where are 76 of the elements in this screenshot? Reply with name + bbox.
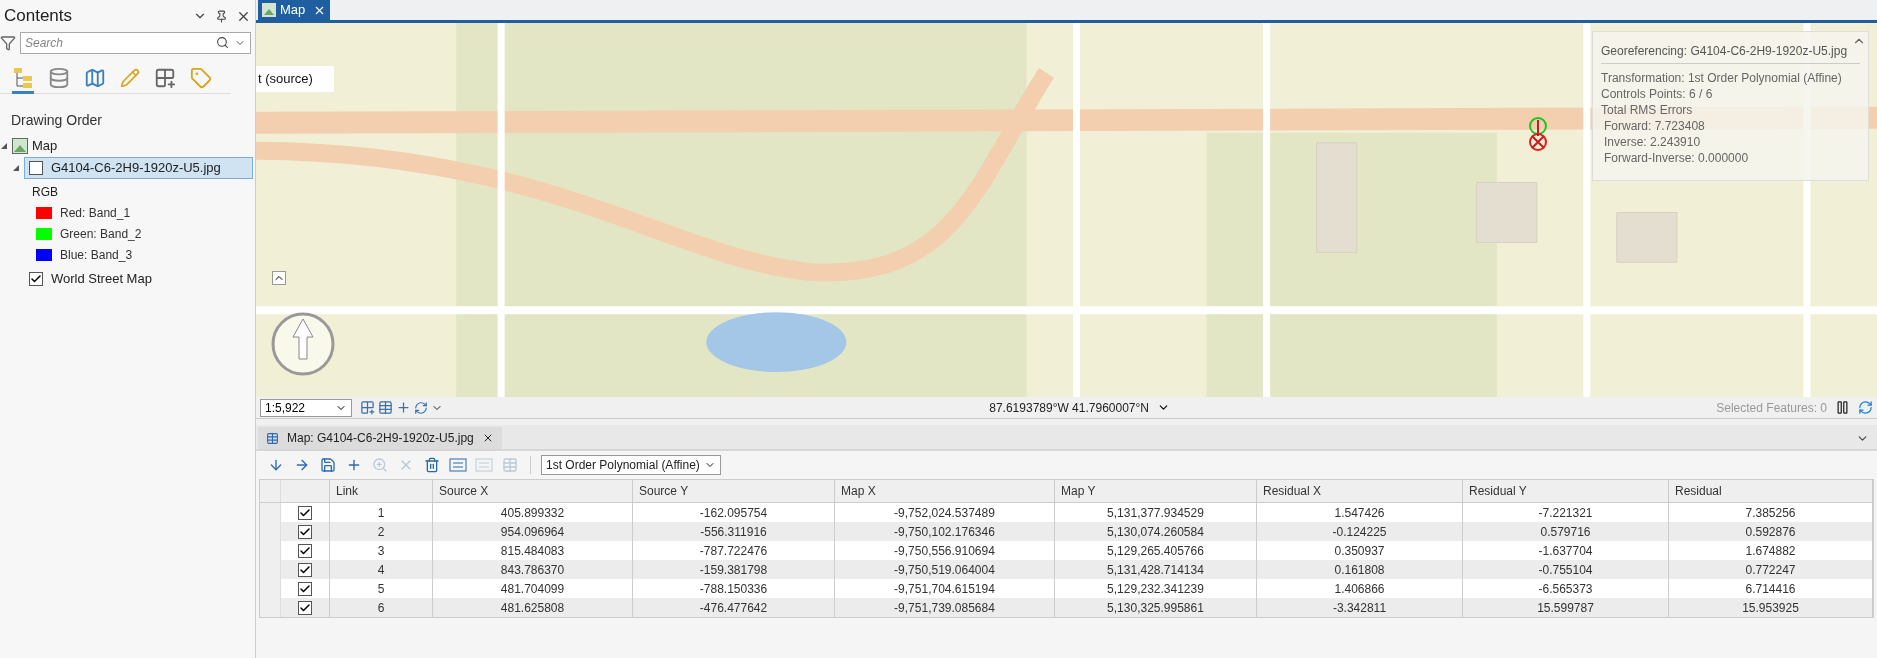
map-tab[interactable]: Map bbox=[258, 0, 331, 20]
collapse-icon[interactable] bbox=[272, 271, 286, 285]
search-field[interactable]: Search bbox=[20, 32, 251, 54]
section-heading: Drawing Order bbox=[11, 111, 104, 130]
layer-row[interactable]: G4104-C6-2H9-1920z-U5.jpg bbox=[24, 157, 253, 179]
refresh-icon[interactable] bbox=[414, 400, 428, 415]
grid-icon[interactable] bbox=[360, 400, 375, 415]
pause-icon[interactable] bbox=[1835, 400, 1850, 415]
layer-name: World Street Map bbox=[51, 270, 152, 289]
info-line: Forward-Inverse: 0.000000 bbox=[1603, 150, 1750, 166]
layer-row[interactable]: World Street Map bbox=[24, 268, 253, 290]
checkbox[interactable] bbox=[298, 562, 312, 577]
checkbox[interactable] bbox=[298, 505, 312, 520]
list-tree-icon bbox=[12, 67, 34, 89]
table-tab[interactable]: Map: G4104-C6-2H9-1920z-U5.jpg bbox=[258, 427, 502, 449]
panel-title: Georeferencing: G4104-C6-2H9-1920z-U5.jpg bbox=[1601, 42, 1860, 64]
column-header[interactable]: Residual X bbox=[1257, 480, 1463, 502]
table-cell: 5,130,325.995861 bbox=[1055, 598, 1257, 617]
info-line: Total RMS Errors bbox=[1601, 102, 1694, 118]
checkbox[interactable] bbox=[298, 524, 312, 539]
info-line: Transformation: 1st Order Polynomial (Affine) bbox=[1601, 70, 1843, 86]
band-label: Blue: Band_3 bbox=[60, 247, 133, 264]
legend-title: RGB bbox=[32, 184, 59, 201]
refresh-icon[interactable] bbox=[1858, 400, 1873, 415]
grid-plus-icon bbox=[154, 67, 176, 89]
map-name: Map bbox=[32, 137, 58, 156]
navigator-icon[interactable] bbox=[270, 311, 336, 377]
control-point-icon bbox=[1527, 116, 1549, 154]
info-line: Controls Points: 6 / 6 bbox=[1601, 86, 1714, 102]
pin-icon[interactable] bbox=[215, 9, 228, 23]
table-icon bbox=[266, 431, 279, 445]
view-tab[interactable] bbox=[12, 65, 34, 94]
info-line: Inverse: 2.243910 bbox=[1603, 134, 1702, 150]
band-label: Green: Band_2 bbox=[60, 226, 142, 243]
column-header[interactable]: Source X bbox=[433, 480, 633, 502]
save-icon[interactable] bbox=[318, 455, 338, 475]
coordinates-readout: 87.6193789°W 41.7960007°N bbox=[989, 399, 1149, 417]
pencil-icon bbox=[120, 68, 140, 88]
column-header[interactable]: Source Y bbox=[633, 480, 835, 502]
expand-arrow-icon[interactable] bbox=[0, 142, 8, 150]
checkbox[interactable] bbox=[29, 161, 43, 175]
column-header[interactable]: Map Y bbox=[1055, 480, 1257, 502]
info-line: Forward: 7.723408 bbox=[1603, 118, 1706, 134]
tag-icon bbox=[190, 67, 212, 89]
table-cell: -476.477642 bbox=[633, 598, 835, 617]
column-header[interactable]: Link bbox=[330, 480, 433, 502]
search-icon bbox=[216, 36, 229, 49]
expand-arrow-icon[interactable] bbox=[12, 164, 20, 172]
map-icon bbox=[262, 3, 276, 17]
plus-icon[interactable] bbox=[396, 400, 411, 415]
map-icon bbox=[12, 138, 28, 154]
map-icon bbox=[84, 67, 106, 89]
table-cell: -9,751,739.085684 bbox=[835, 598, 1055, 617]
table-cell: 481.625808 bbox=[433, 598, 633, 617]
checkbox[interactable] bbox=[298, 600, 312, 615]
column-header[interactable]: Residual Y bbox=[1463, 480, 1669, 502]
table-cell: 6 bbox=[330, 598, 433, 617]
layer-name: G4104-C6-2H9-1920z-U5.jpg bbox=[51, 159, 221, 178]
filter-icon[interactable] bbox=[0, 35, 16, 51]
map-view[interactable]: t (source) Georeferencing: G4104-C6-2H9-1920z-U5.jpg Transformation: 1st Order Polynomial (Affine) Controls Points: 6 / 6 Total RMS Errors Forward: 7.723408 Inverse: 2.243910 Forward-Inverse: 0.000000 bbox=[256, 23, 1877, 397]
pane-title: Contents bbox=[4, 5, 73, 28]
source-label: t (source) bbox=[256, 66, 334, 92]
selected-features-label: Selected Features: 0 bbox=[1716, 399, 1827, 417]
scale-dropdown[interactable]: 1:5,922 bbox=[260, 398, 352, 417]
column-header[interactable]: Residual bbox=[1669, 480, 1873, 502]
band-label: Red: Band_1 bbox=[60, 205, 131, 222]
column-header[interactable]: Map X bbox=[835, 480, 1055, 502]
database-icon bbox=[48, 67, 70, 89]
table-cell: 15.599787 bbox=[1463, 598, 1669, 617]
checkbox[interactable] bbox=[298, 581, 312, 596]
transformation-dropdown[interactable]: 1st Order Polynomial (Affine) bbox=[541, 455, 721, 475]
checkbox[interactable] bbox=[298, 543, 312, 558]
table-cell: -3.342811 bbox=[1257, 598, 1463, 617]
checkbox[interactable] bbox=[29, 272, 43, 286]
table-icon[interactable] bbox=[378, 400, 393, 415]
table-cell: 15.953925 bbox=[1669, 598, 1873, 617]
